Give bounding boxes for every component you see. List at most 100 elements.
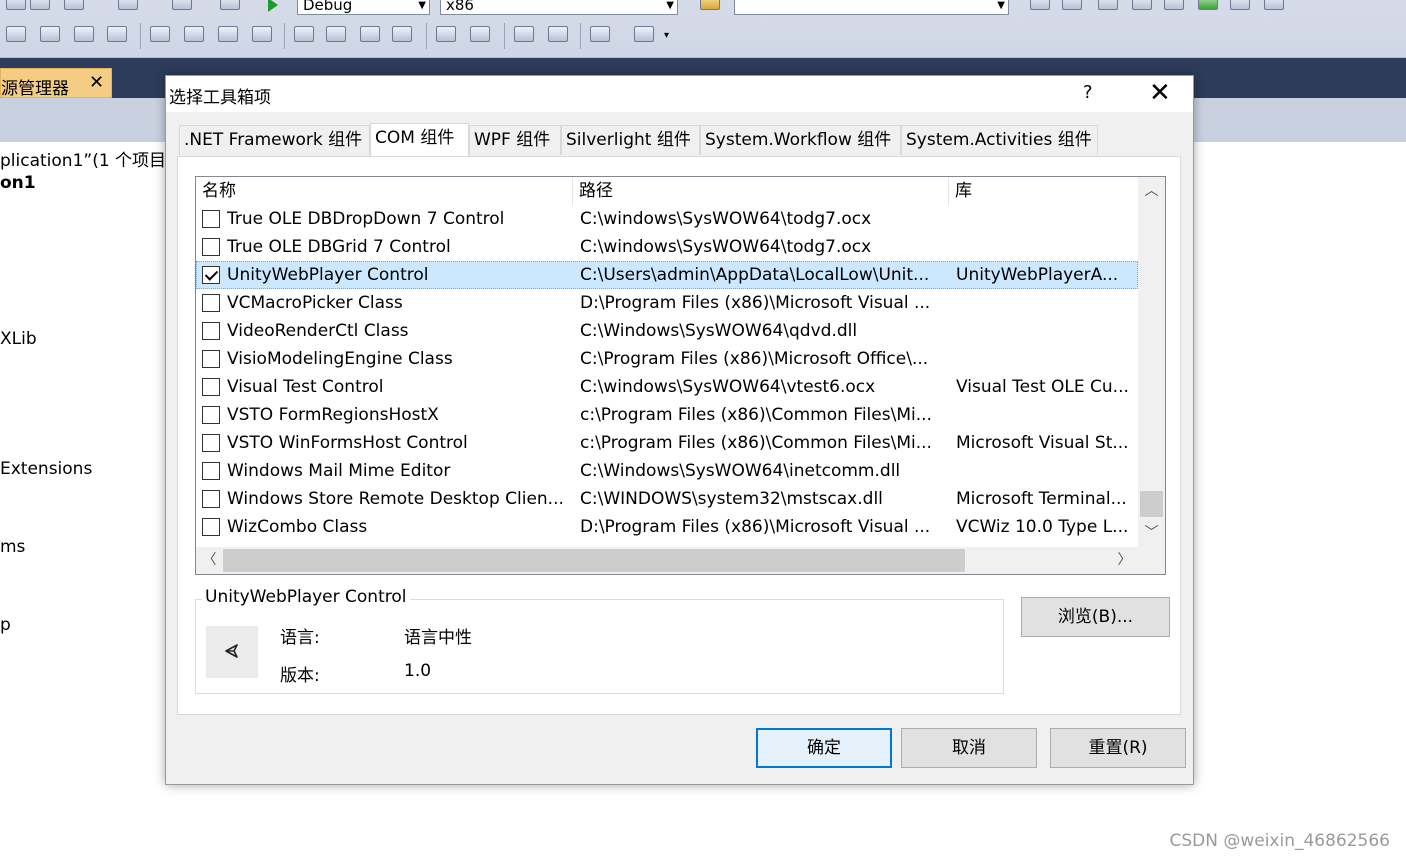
list-item-checkbox[interactable] (202, 406, 220, 424)
vertical-scroll-thumb[interactable] (1140, 491, 1163, 517)
browse-button[interactable]: 浏览(B)... (1021, 597, 1170, 637)
list-item[interactable]: Windows Store Remote Desktop Clien... C:… (196, 485, 1138, 513)
list-item[interactable]: True OLE DBGrid 7 Control C:\windows\Sys… (196, 233, 1138, 261)
lock-controls-icon[interactable] (634, 26, 654, 42)
column-header-library[interactable]: 库 (949, 177, 1138, 205)
redo-icon[interactable] (118, 0, 138, 10)
tab-wpf[interactable]: WPF 组件 (469, 125, 561, 155)
window-icon[interactable] (1230, 0, 1250, 10)
list-item[interactable]: Windows Mail Mime Editor C:\Windows\SysW… (196, 457, 1138, 485)
list-item-checkbox[interactable] (202, 350, 220, 368)
find-combo[interactable]: ▼ (734, 0, 1009, 15)
solution-explorer-tab[interactable]: 源管理器 ✕ (0, 68, 112, 99)
tab-net-framework[interactable]: .NET Framework 组件 (179, 125, 370, 155)
navigate-forward-icon[interactable] (220, 0, 240, 10)
cancel-button[interactable]: 取消 (901, 728, 1037, 768)
scroll-left-icon[interactable]: 〈 (196, 547, 223, 574)
layout-icon[interactable] (1264, 0, 1284, 10)
list-item-checkbox[interactable] (202, 518, 220, 536)
send-to-back-icon[interactable] (548, 26, 568, 42)
tab-com-components[interactable]: COM 组件 (370, 123, 469, 156)
scroll-right-icon[interactable]: 〉 (1111, 547, 1138, 574)
bring-to-front-icon[interactable] (514, 26, 534, 42)
column-header-name[interactable]: 名称 (196, 177, 573, 205)
dialog-titlebar[interactable]: 选择工具箱项 ? ✕ (166, 76, 1193, 112)
list-item-checkbox[interactable] (202, 378, 220, 396)
list-item-checkbox-checked[interactable] (202, 266, 220, 284)
center-horizontal-icon[interactable] (436, 26, 456, 42)
close-icon[interactable]: ✕ (89, 72, 104, 93)
same-size-icon[interactable] (218, 26, 238, 42)
project-node[interactable]: on1 (0, 173, 36, 193)
toolbar-separator (426, 23, 427, 49)
column-header-path[interactable]: 路径 (573, 177, 949, 205)
solution-config-combo[interactable]: Debug ▼ (297, 0, 430, 15)
reference-node[interactable]: Extensions (0, 459, 92, 479)
solution-node[interactable]: plication1”(1 个项目 (0, 146, 166, 171)
tab-system-activities[interactable]: System.Activities 组件 (901, 125, 1098, 155)
list-item[interactable]: VCMacroPicker Class D:\Program Files (x8… (196, 289, 1138, 317)
list-item[interactable]: VideoRenderCtl Class C:\Windows\SysWOW64… (196, 317, 1138, 345)
tab-order-icon[interactable] (590, 26, 610, 42)
list-item[interactable]: True OLE DBDropDown 7 Control C:\windows… (196, 205, 1138, 233)
decrease-spacing-icon[interactable] (360, 26, 380, 42)
list-item-checkbox[interactable] (202, 462, 220, 480)
list-item[interactable]: VSTO WinFormsHost Control c:\Program Fil… (196, 429, 1138, 457)
list-item-checkbox[interactable] (202, 490, 220, 508)
center-vertical-icon[interactable] (470, 26, 490, 42)
list-item[interactable]: WizCombo Class D:\Program Files (x86)\Mi… (196, 513, 1138, 541)
toolbar-overflow-icon[interactable]: ▾ (664, 30, 669, 41)
align-center-icon[interactable] (40, 26, 60, 42)
help-button[interactable]: ? (1083, 82, 1093, 103)
tab-silverlight[interactable]: Silverlight 组件 (561, 125, 700, 155)
close-button[interactable]: ✕ (1149, 78, 1171, 108)
com-components-list[interactable]: 名称 路径 库 True OLE DBDropDown 7 Control C:… (195, 176, 1166, 575)
undo-icon[interactable] (64, 0, 84, 10)
align-top-icon[interactable] (107, 26, 127, 42)
list-header: 名称 路径 库 (196, 177, 1138, 205)
list-item[interactable]: Visual Test Control C:\windows\SysWOW64\… (196, 373, 1138, 401)
align-left-icon[interactable] (6, 26, 26, 42)
list-item-checkbox[interactable] (202, 210, 220, 228)
navigate-back-icon[interactable] (172, 0, 192, 10)
align-right-icon[interactable] (74, 26, 94, 42)
language-label: 语言: (280, 628, 320, 648)
remove-spacing-icon[interactable] (392, 26, 412, 42)
horizontal-scroll-thumb[interactable] (223, 549, 965, 572)
toolbar-icon[interactable] (6, 0, 26, 10)
properties-icon[interactable] (1132, 0, 1152, 10)
increase-spacing-icon[interactable] (326, 26, 346, 42)
toolbox-icon[interactable] (1098, 0, 1118, 10)
solution-platform-combo[interactable]: x86 ▼ (440, 0, 678, 15)
horizontal-spacing-icon[interactable] (294, 26, 314, 42)
list-item-checkbox[interactable] (202, 238, 220, 256)
list-item[interactable]: VSTO FormRegionsHostX c:\Program Files (… (196, 401, 1138, 429)
reference-node[interactable]: ms (0, 537, 25, 557)
tools-icon[interactable] (1164, 0, 1184, 10)
list-item-checkbox[interactable] (202, 294, 220, 312)
same-width-icon[interactable] (150, 26, 170, 42)
chevron-down-icon: ▼ (666, 0, 674, 11)
vertical-scrollbar[interactable]: ︿ ﹀ (1138, 177, 1165, 547)
toolbar-icon[interactable] (30, 0, 50, 10)
same-height-icon[interactable] (184, 26, 204, 42)
toolbar-row-2: ▾ (0, 20, 1406, 54)
find-icon[interactable] (1030, 0, 1050, 10)
start-debug-icon[interactable] (268, 0, 278, 12)
document-icon[interactable] (1062, 0, 1082, 10)
horizontal-scrollbar[interactable]: 〈 〉 (196, 547, 1165, 574)
open-folder-icon[interactable] (700, 0, 720, 10)
tab-system-workflow[interactable]: System.Workflow 组件 (700, 125, 901, 155)
refresh-icon[interactable] (1198, 0, 1218, 10)
scroll-up-icon[interactable]: ︿ (1138, 177, 1165, 205)
scroll-down-icon[interactable]: ﹀ (1138, 519, 1165, 547)
reference-node[interactable]: p (0, 615, 11, 635)
ok-button[interactable]: 确定 (756, 728, 892, 768)
reset-button[interactable]: 重置(R) (1050, 728, 1186, 768)
list-item-checkbox[interactable] (202, 322, 220, 340)
list-item-checkbox[interactable] (202, 434, 220, 452)
list-item-selected[interactable]: UnityWebPlayer Control C:\Users\admin\Ap… (196, 261, 1138, 289)
reference-node[interactable]: XLib (0, 329, 37, 349)
list-item[interactable]: VisioModelingEngine Class C:\Program Fil… (196, 345, 1138, 373)
size-to-grid-icon[interactable] (252, 26, 272, 42)
